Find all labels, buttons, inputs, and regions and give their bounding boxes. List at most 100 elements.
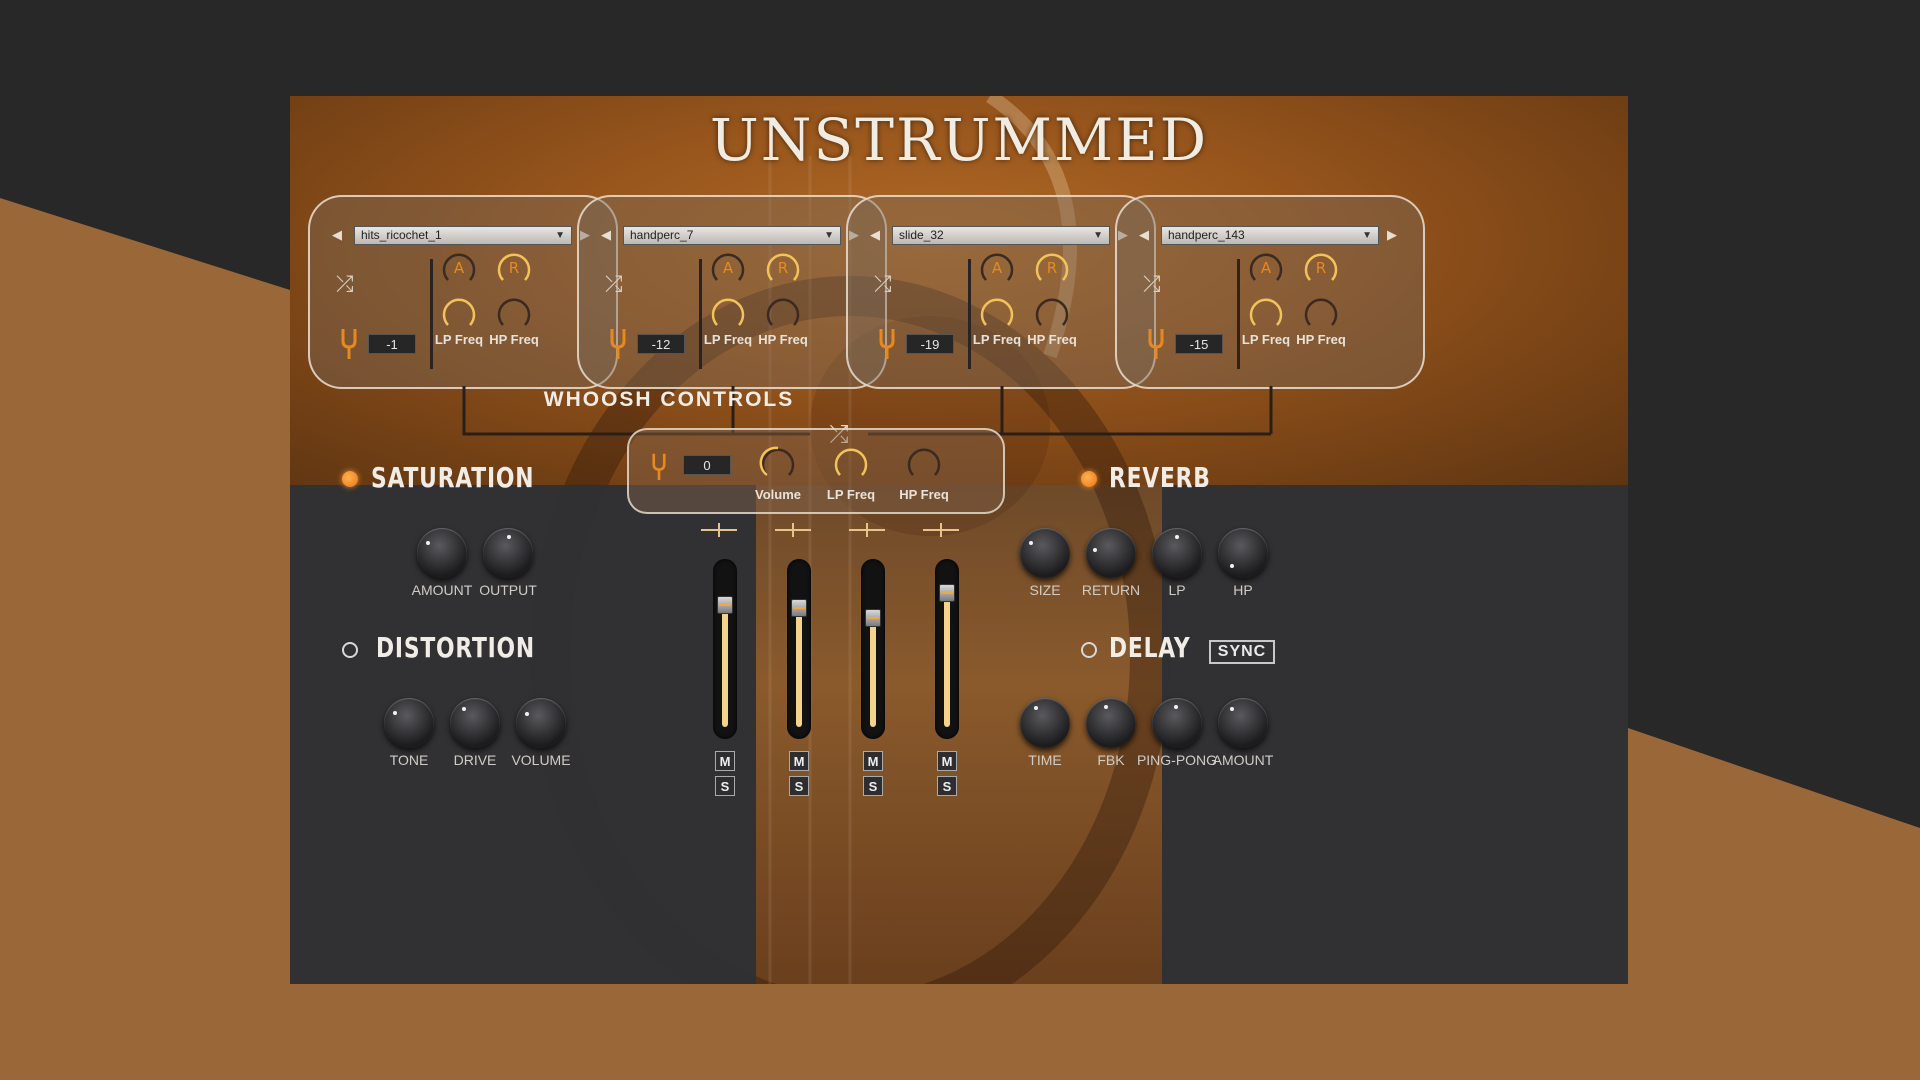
hp-freq-label: HP Freq [1027, 332, 1077, 347]
fader-handle[interactable] [865, 609, 881, 627]
tune-value[interactable]: -1 [368, 334, 416, 354]
prev-sample-arrow-icon[interactable]: ◀ [601, 226, 611, 244]
chevron-down-icon: ▼ [1093, 230, 1103, 241]
delay-amount-knob[interactable] [1218, 698, 1268, 748]
lp-freq-knob[interactable] [978, 294, 1016, 332]
reverb-toggle[interactable] [1081, 471, 1097, 487]
pan-control-3[interactable] [849, 523, 885, 537]
reverb-hp-knob[interactable] [1218, 528, 1268, 578]
distortion-title: DISTORTION [376, 631, 535, 664]
release-knob[interactable]: R [1302, 249, 1340, 287]
release-knob[interactable]: R [495, 249, 533, 287]
hp-freq-knob[interactable] [764, 294, 802, 332]
delay-fbk-knob[interactable] [1086, 698, 1136, 748]
attack-knob[interactable]: A [440, 249, 478, 287]
release-letter: R [1316, 259, 1326, 277]
tuning-fork-icon [879, 329, 895, 359]
attack-knob[interactable]: A [978, 249, 1016, 287]
attack-letter: A [992, 259, 1003, 277]
delay-ping-pong-knob[interactable] [1152, 698, 1202, 748]
shuffle-icon[interactable]: ⤮ [336, 271, 354, 297]
distortion-toggle[interactable] [342, 642, 358, 658]
solo-button-1[interactable]: S [715, 776, 735, 796]
volume-fader-2[interactable] [787, 559, 811, 739]
saturation-toggle[interactable] [342, 471, 358, 487]
hp-freq-knob[interactable] [1033, 294, 1071, 332]
prev-sample-arrow-icon[interactable]: ◀ [870, 226, 880, 244]
shuffle-icon[interactable]: ⤮ [605, 271, 623, 297]
fader-level [944, 593, 950, 727]
fader-handle[interactable] [717, 596, 733, 614]
mute-button-1[interactable]: M [715, 751, 735, 771]
fader-level [870, 618, 876, 727]
release-knob[interactable]: R [1033, 249, 1071, 287]
lp-freq-knob[interactable] [1247, 294, 1285, 332]
mute-button-4[interactable]: M [937, 751, 957, 771]
volume-fader-4[interactable] [935, 559, 959, 739]
distortion-tone-knob[interactable] [384, 698, 434, 748]
reverb-size-knob[interactable] [1020, 528, 1070, 578]
shuffle-icon[interactable]: ⤮ [1143, 271, 1161, 297]
distortion-drive-knob[interactable] [450, 698, 500, 748]
attack-knob[interactable]: A [709, 249, 747, 287]
pan-control-2[interactable] [775, 523, 811, 537]
sample-dropdown[interactable]: handperc_7 ▼ [623, 226, 841, 245]
saturation-output-knob[interactable] [483, 528, 533, 578]
pan-control-4[interactable] [923, 523, 959, 537]
tune-value[interactable]: -19 [906, 334, 954, 354]
fader-handle[interactable] [791, 599, 807, 617]
whoosh-hp-freq-knob[interactable] [905, 444, 943, 482]
attack-letter: A [1261, 259, 1272, 277]
app-title: UNSTRUMMED [709, 106, 1209, 174]
fader-level [796, 608, 802, 727]
saturation-amount-knob[interactable] [417, 528, 467, 578]
release-knob[interactable]: R [764, 249, 802, 287]
reverb-return-knob[interactable] [1086, 528, 1136, 578]
solo-button-2[interactable]: S [789, 776, 809, 796]
prev-sample-arrow-icon[interactable]: ◀ [332, 226, 342, 244]
sample-slot-2: ◀ handperc_7 ▼ ▶ ⤮ -12 A R LP Freq HP Fre… [577, 195, 887, 389]
divider [430, 259, 433, 369]
hp-label: HP [1233, 582, 1253, 598]
solo-button-4[interactable]: S [937, 776, 957, 796]
tuning-fork-icon [610, 329, 626, 359]
lp-freq-knob[interactable] [440, 294, 478, 332]
attack-knob[interactable]: A [1247, 249, 1285, 287]
sample-dropdown[interactable]: hits_ricochet_1 ▼ [354, 226, 572, 245]
lp-freq-knob[interactable] [709, 294, 747, 332]
sample-name: hits_ricochet_1 [361, 228, 442, 242]
sample-dropdown[interactable]: handperc_143 ▼ [1161, 226, 1379, 245]
volume-fader-1[interactable] [713, 559, 737, 739]
reverb-lp-knob[interactable] [1152, 528, 1202, 578]
tuning-fork-icon [1148, 329, 1164, 359]
sample-dropdown[interactable]: slide_32 ▼ [892, 226, 1110, 245]
tune-value[interactable]: -12 [637, 334, 685, 354]
volume-fader-3[interactable] [861, 559, 885, 739]
delay-amount-label: AMOUNT [1212, 752, 1274, 768]
sample-name: handperc_7 [630, 228, 694, 242]
distortion-volume-knob[interactable] [516, 698, 566, 748]
delay-toggle[interactable] [1081, 642, 1097, 658]
chevron-down-icon: ▼ [1362, 230, 1372, 241]
release-letter: R [778, 259, 788, 277]
hp-freq-knob[interactable] [495, 294, 533, 332]
hp-freq-knob[interactable] [1302, 294, 1340, 332]
whoosh-lp-freq-knob[interactable] [832, 444, 870, 482]
whoosh-lp-freq-label: LP Freq [826, 487, 876, 502]
whoosh-volume-knob[interactable] [759, 444, 797, 482]
solo-button-3[interactable]: S [863, 776, 883, 796]
shuffle-icon[interactable]: ⤮ [874, 271, 892, 297]
divider [1237, 259, 1240, 369]
fader-handle[interactable] [939, 584, 955, 602]
delay-time-knob[interactable] [1020, 698, 1070, 748]
mute-button-3[interactable]: M [863, 751, 883, 771]
mute-button-2[interactable]: M [789, 751, 809, 771]
prev-sample-arrow-icon[interactable]: ◀ [1139, 226, 1149, 244]
whoosh-tune-value[interactable]: 0 [683, 455, 731, 475]
reverb-title: REVERB [1109, 461, 1211, 494]
chevron-down-icon: ▼ [824, 230, 834, 241]
pan-control-1[interactable] [701, 523, 737, 537]
next-sample-arrow-icon[interactable]: ▶ [1387, 226, 1397, 244]
tune-value[interactable]: -15 [1175, 334, 1223, 354]
sync-button[interactable]: SYNC [1209, 640, 1275, 664]
